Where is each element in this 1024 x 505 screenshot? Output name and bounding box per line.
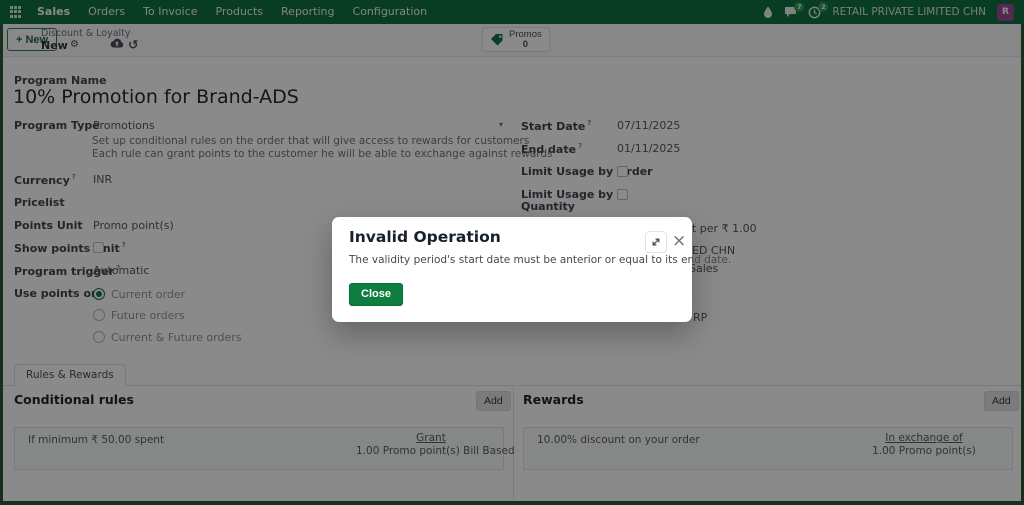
- odoo-window: Sales Orders To Invoice Products Reporti…: [0, 0, 1024, 505]
- dialog-title: Invalid Operation: [349, 228, 501, 246]
- close-icon[interactable]: ×: [672, 230, 686, 252]
- close-button[interactable]: Close: [349, 283, 403, 306]
- expand-dialog-icon[interactable]: [645, 231, 667, 253]
- dialog-message: The validity period's start date must be…: [349, 254, 732, 266]
- invalid-operation-dialog: Invalid Operation The validity period's …: [332, 217, 731, 322]
